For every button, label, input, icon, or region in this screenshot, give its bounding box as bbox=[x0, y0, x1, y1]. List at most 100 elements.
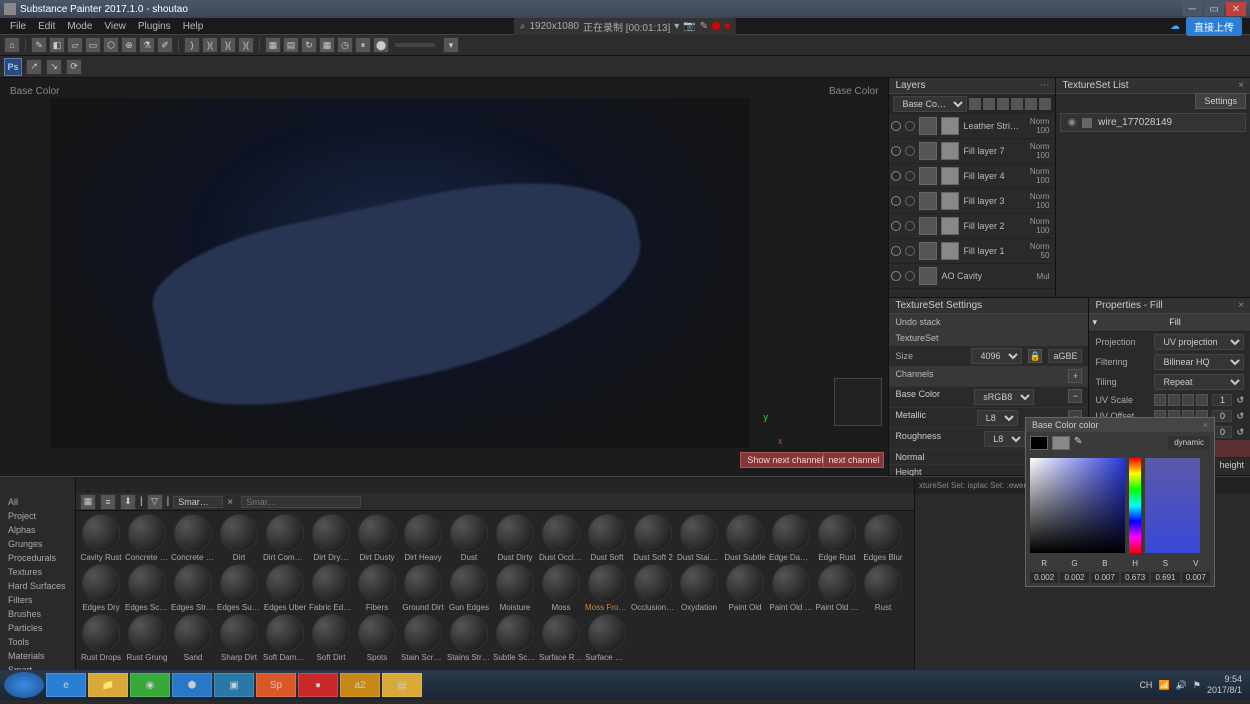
shelf-item[interactable]: Dust Dirty bbox=[493, 514, 537, 562]
channel-format[interactable]: L8 bbox=[984, 431, 1025, 447]
camera-icon[interactable]: 📷 bbox=[683, 21, 695, 32]
hue-slider[interactable] bbox=[1129, 458, 1141, 553]
menu-help[interactable]: Help bbox=[177, 21, 210, 32]
previous-color-swatch[interactable] bbox=[1052, 436, 1070, 450]
layer-thumb[interactable] bbox=[919, 117, 937, 135]
taskbar-app1-icon[interactable]: ◉ bbox=[130, 673, 170, 697]
shelf-thumb[interactable] bbox=[404, 514, 442, 552]
smudge-tool-icon[interactable]: ⬡ bbox=[103, 37, 119, 53]
shelf-item[interactable]: Spots bbox=[355, 614, 399, 662]
shelf-thumb[interactable] bbox=[450, 614, 488, 652]
layer-row[interactable]: Leather Stri… Norm 100 bbox=[889, 114, 1055, 139]
shelf-item[interactable]: Oxydation bbox=[677, 564, 721, 612]
layer-row[interactable]: Fill layer 3 Norm 100 bbox=[889, 189, 1055, 214]
shelf-item[interactable]: Dust Soft 2 bbox=[631, 514, 675, 562]
shelf-item[interactable]: Surface Rust bbox=[539, 614, 583, 662]
shelf-thumb[interactable] bbox=[818, 514, 856, 552]
opacity-icon[interactable] bbox=[969, 98, 981, 110]
shelf-thumb[interactable] bbox=[542, 614, 580, 652]
cloud-icon[interactable]: ☁ bbox=[1170, 21, 1180, 32]
symmetry-y-icon[interactable]: )( bbox=[220, 37, 236, 53]
color-channel-value[interactable]: 0.002 bbox=[1030, 572, 1058, 583]
shelf-view-list-icon[interactable]: ≡ bbox=[100, 494, 116, 510]
shelf-thumb[interactable] bbox=[220, 514, 258, 552]
shelf-thumb[interactable] bbox=[82, 564, 120, 602]
home-icon[interactable]: ⌂ bbox=[4, 37, 20, 53]
shelf-thumb[interactable] bbox=[588, 514, 626, 552]
menu-edit[interactable]: Edit bbox=[32, 21, 61, 32]
pause-icon[interactable]: ⏸ bbox=[355, 37, 371, 53]
menu-file[interactable]: File bbox=[4, 21, 32, 32]
add-mask-icon[interactable] bbox=[1011, 98, 1023, 110]
color-channel-value[interactable]: 0.007 bbox=[1182, 572, 1210, 583]
color-channel-value[interactable]: 0.002 bbox=[1060, 572, 1088, 583]
panel-menu-icon[interactable]: ⋯ bbox=[1039, 80, 1049, 91]
menu-mode[interactable]: Mode bbox=[61, 21, 98, 32]
shelf-item[interactable]: Stain Scrat… bbox=[401, 614, 445, 662]
shelf-category[interactable]: Filters bbox=[0, 593, 75, 607]
layer-thumb[interactable] bbox=[919, 217, 937, 235]
layer-mask-thumb[interactable] bbox=[941, 142, 959, 160]
reset-icon[interactable]: ↺ bbox=[1236, 427, 1244, 438]
property-select[interactable]: Bilinear HQ bbox=[1154, 354, 1244, 370]
close-button[interactable]: ✕ bbox=[1226, 2, 1246, 16]
shelf-item[interactable]: Rust Grung bbox=[125, 614, 169, 662]
panel-close-icon[interactable]: × bbox=[1238, 80, 1244, 91]
viewport-2d-thumbnail[interactable] bbox=[834, 378, 882, 426]
export-icon[interactable]: ↗ bbox=[26, 59, 42, 75]
shelf-item[interactable]: Dirt Compl… bbox=[263, 514, 307, 562]
taskbar-app7-icon[interactable]: ▤ bbox=[382, 673, 422, 697]
layer-selector[interactable] bbox=[905, 271, 915, 281]
shelf-category[interactable]: All bbox=[0, 495, 75, 509]
shelf-search-input[interactable] bbox=[241, 496, 361, 508]
toggle-icon[interactable] bbox=[1196, 394, 1208, 406]
shelf-item[interactable]: Moss From… bbox=[585, 564, 629, 612]
hide-mesh-icon[interactable]: ◷ bbox=[337, 37, 353, 53]
channel-format[interactable]: L8 bbox=[977, 410, 1018, 426]
close-icon[interactable]: × bbox=[1203, 420, 1208, 430]
shelf-category[interactable]: Brushes bbox=[0, 607, 75, 621]
layer-mask-thumb[interactable] bbox=[941, 217, 959, 235]
property-select[interactable]: Repeat bbox=[1154, 374, 1244, 390]
layer-opacity[interactable]: 50 bbox=[1030, 251, 1054, 260]
shelf-category[interactable]: Grunges bbox=[0, 537, 75, 551]
dynamic-toggle[interactable]: dynamic bbox=[1168, 436, 1210, 450]
color-channel-value[interactable]: 0.007 bbox=[1091, 572, 1119, 583]
eye-icon[interactable] bbox=[891, 146, 901, 156]
blend-mode[interactable]: Norm bbox=[1030, 217, 1054, 226]
shelf-thumb[interactable] bbox=[266, 514, 304, 552]
shelf-thumb[interactable] bbox=[864, 514, 902, 552]
color-channel-value[interactable]: 0.691 bbox=[1151, 572, 1179, 583]
shelf-item[interactable]: Dust bbox=[447, 514, 491, 562]
shelf-item[interactable]: Fibers bbox=[355, 564, 399, 612]
shelf-item[interactable]: Paint Old … bbox=[769, 564, 813, 612]
shelf-thumb[interactable] bbox=[404, 564, 442, 602]
shelf-item[interactable]: Paint Old … bbox=[815, 564, 859, 612]
stop-icon[interactable]: ■ bbox=[724, 21, 730, 32]
shelf-item[interactable]: Edge Dam… bbox=[769, 514, 813, 562]
shelf-item[interactable]: Edges Scra… bbox=[125, 564, 169, 612]
symmetry-z-icon[interactable]: )( bbox=[238, 37, 254, 53]
blend-mode[interactable]: Norm bbox=[1030, 242, 1054, 251]
shelf-item[interactable]: Ground Dirt bbox=[401, 564, 445, 612]
height-toggle[interactable]: height bbox=[1219, 460, 1244, 470]
blend-mode[interactable]: Norm bbox=[1030, 192, 1054, 201]
layer-mask-thumb[interactable] bbox=[941, 242, 959, 260]
eye-icon[interactable] bbox=[891, 246, 901, 256]
layer-row[interactable]: AO Cavity Mul bbox=[889, 264, 1055, 289]
toggle-icon[interactable] bbox=[1154, 394, 1166, 406]
import-icon[interactable]: ↘ bbox=[46, 59, 62, 75]
layer-row[interactable]: Fill layer 2 Norm 100 bbox=[889, 214, 1055, 239]
menu-plugins[interactable]: Plugins bbox=[132, 21, 177, 32]
eye-icon[interactable] bbox=[891, 271, 901, 281]
eye-icon[interactable] bbox=[891, 221, 901, 231]
layer-opacity[interactable]: 100 bbox=[1030, 126, 1054, 135]
shelf-item[interactable]: Edges Uber bbox=[263, 564, 307, 612]
layer-opacity[interactable]: 100 bbox=[1030, 226, 1054, 235]
axis-gizmo-2d[interactable] bbox=[798, 416, 828, 446]
shelf-item[interactable]: Surface W… bbox=[585, 614, 629, 662]
next-channel-button[interactable]: next channel bbox=[823, 452, 884, 468]
property-value[interactable]: 0 bbox=[1212, 410, 1232, 422]
clear-filter-icon[interactable]: × bbox=[227, 497, 237, 507]
shelf-thumb[interactable] bbox=[82, 514, 120, 552]
